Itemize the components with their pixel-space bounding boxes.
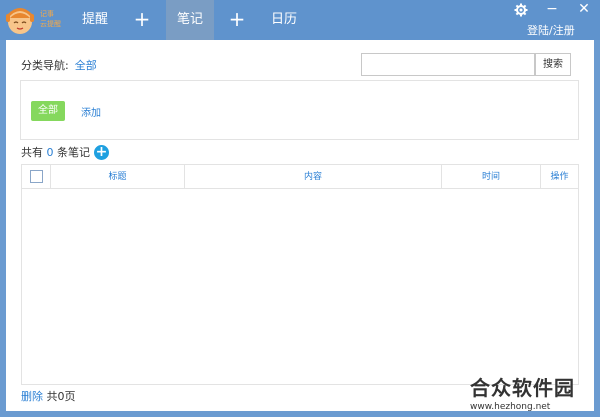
add-note-circle-icon[interactable]: +: [94, 145, 109, 160]
category-add-link[interactable]: 添加: [81, 104, 101, 119]
select-all-cell: [22, 165, 51, 189]
tab-calendar[interactable]: 日历: [260, 0, 308, 40]
minimize-button[interactable]: −: [544, 1, 560, 17]
select-all-checkbox[interactable]: [30, 170, 43, 183]
category-nav: 分类导航: 全部: [21, 57, 97, 73]
column-actions: 操作: [550, 172, 569, 182]
app-logo: 记事 云提醒: [4, 4, 68, 36]
tab-notes[interactable]: 笔记: [166, 0, 214, 40]
notes-panel: 分类导航: 全部 搜索 全部 添加 共有 0 条笔记 + 标题 内容 时间 操作 删…: [6, 40, 594, 411]
note-count-number: 0: [46, 146, 54, 159]
login-register-link[interactable]: 登陆/注册: [527, 22, 575, 38]
column-title[interactable]: 标题: [51, 165, 185, 189]
column-content[interactable]: 内容: [185, 165, 442, 189]
tab-reminder[interactable]: 提醒: [70, 0, 120, 40]
close-button[interactable]: ✕: [576, 1, 592, 17]
category-current-link[interactable]: 全部: [75, 59, 97, 72]
notes-table: 标题 内容 时间 操作: [21, 164, 579, 385]
search-button[interactable]: 搜索: [535, 53, 571, 76]
category-box: 全部 添加: [20, 80, 579, 140]
table-footer: 删除 共0页: [21, 388, 76, 404]
watermark-url: www.hezhong.net: [470, 402, 551, 412]
note-count: 共有 0 条笔记 +: [21, 144, 109, 160]
column-time[interactable]: 时间: [442, 165, 541, 189]
watermark-title: 合众软件园: [470, 376, 575, 400]
title-bar: 记事 云提醒 提醒 + 笔记 + 日历 − ✕ 登陆/注册: [0, 0, 600, 40]
add-reminder-icon[interactable]: +: [130, 0, 154, 40]
logo-text: 记事 云提醒: [40, 10, 61, 28]
search-input[interactable]: [361, 53, 535, 76]
category-nav-label: 分类导航:: [21, 59, 69, 72]
category-all-button[interactable]: 全部: [31, 101, 65, 121]
watermark: 合众软件园 www.hezhong.net: [470, 372, 590, 412]
gear-icon[interactable]: [513, 3, 529, 19]
page-count: 共0页: [46, 390, 76, 403]
add-note-icon[interactable]: +: [225, 0, 249, 40]
table-header: 标题 内容 时间 操作: [22, 165, 578, 189]
delete-link[interactable]: 删除: [21, 390, 43, 403]
logo-face-icon: [6, 8, 34, 34]
